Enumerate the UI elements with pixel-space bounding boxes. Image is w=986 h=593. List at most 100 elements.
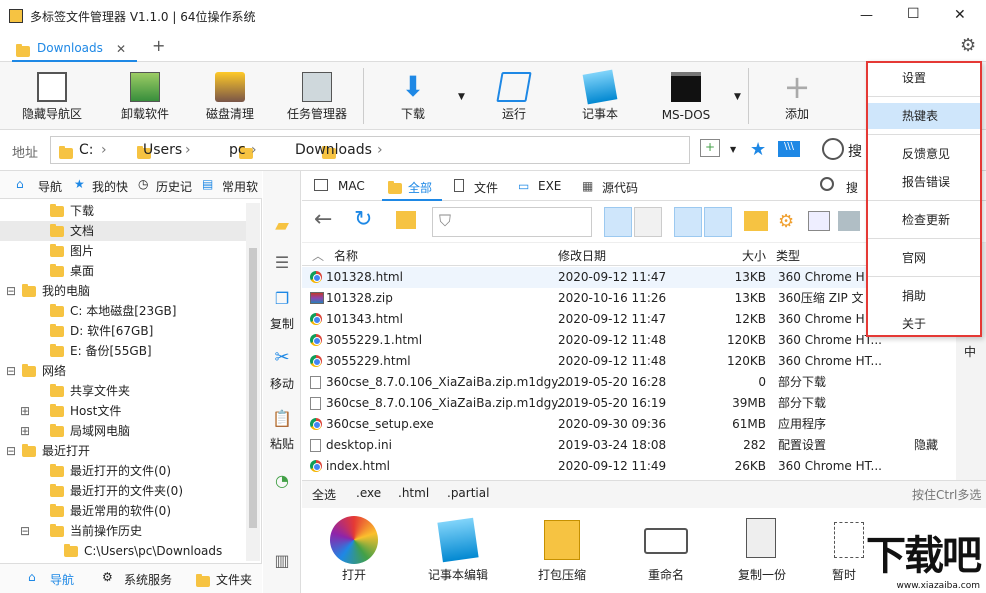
col-date[interactable]: 修改日期 (558, 247, 606, 264)
file-row[interactable]: 101328.zip 2020-10-16 11:26 360压缩 ZIP 文 13K… (302, 288, 956, 309)
tree-item[interactable]: ⊟ 当前操作历史 (0, 521, 246, 541)
col-size[interactable]: 大小 (742, 247, 766, 264)
msdos-button[interactable]: MS-DOS (646, 62, 726, 128)
tab-exe[interactable]: EXE (538, 179, 561, 193)
settings-folder-icon[interactable]: ⚙ (778, 211, 794, 232)
bottom-tab-services[interactable]: 系统服务 (124, 571, 172, 588)
refresh-icon[interactable]: ↻ (354, 207, 372, 232)
crumb-users[interactable]: Users (143, 142, 182, 158)
menu-item[interactable]: 捐助 (868, 283, 980, 309)
tab-close-icon[interactable]: ✕ (116, 42, 126, 56)
search-icon[interactable] (820, 177, 834, 191)
tree-item[interactable]: 下载 (0, 201, 246, 221)
download-dropdown-icon[interactable]: ▼ (458, 92, 465, 102)
new-folder-icon[interactable] (744, 211, 768, 231)
gear-icon[interactable]: ⚙ (960, 35, 976, 56)
tree-item[interactable]: ⊞ 局域网电脑 (0, 421, 246, 441)
open-button[interactable]: 打开 (312, 508, 396, 593)
speed-icon[interactable]: ◔ (263, 471, 301, 490)
pack-button[interactable]: 打包压缩 (520, 508, 604, 593)
file-row[interactable]: 3055229.html 2020-09-12 11:48 360 Chrome H… (302, 351, 956, 372)
task-manager-button[interactable]: 任务管理器 (277, 62, 357, 128)
filter-input[interactable] (432, 207, 592, 237)
minimize-button[interactable]: — (860, 8, 873, 23)
address-input[interactable]: C: › Users › pc › Downloads › (50, 136, 690, 164)
maximize-button[interactable]: ☐ (907, 6, 920, 22)
menu-item[interactable]: 报告错误 (868, 169, 980, 195)
menu-item[interactable]: 反馈意见 (868, 141, 980, 167)
rename-button[interactable]: 重命名 (624, 508, 708, 593)
tree-item[interactable]: ⊟ 我的电脑 (0, 281, 246, 301)
tree-item[interactable]: 最近常用的软件(0) (0, 501, 246, 521)
tab-all[interactable]: 全部 (382, 171, 442, 201)
tree-toggle-icon[interactable]: ⊟ (20, 521, 30, 541)
tree-item[interactable]: C: 本地磁盘[23GB] (0, 301, 246, 321)
properties-icon[interactable] (808, 211, 830, 231)
tree-item[interactable]: ⊟ 网络 (0, 361, 246, 381)
view-doc-icon[interactable] (604, 207, 632, 237)
view-detail-icon[interactable] (704, 207, 732, 237)
folder-history-icon[interactable] (396, 211, 416, 229)
view-preview-icon[interactable] (634, 207, 662, 237)
file-search-label[interactable]: 搜 (846, 179, 858, 196)
tree-item[interactable]: C:\Users\pc\Downloads (0, 541, 246, 561)
tree-toggle-icon[interactable]: ⊟ (6, 441, 16, 461)
tree-item[interactable]: D: 软件[67GB] (0, 321, 246, 341)
search-icon[interactable] (822, 138, 844, 160)
nav-scrollbar[interactable] (246, 203, 260, 561)
msdos-dropdown-icon[interactable]: ▼ (734, 92, 741, 102)
new-folder-icon[interactable]: + (700, 139, 720, 157)
file-row[interactable]: 360cse_setup.exe 2020-09-30 09:36 应用程序 61MB (302, 414, 956, 435)
filter-partial[interactable]: .partial (447, 486, 489, 500)
hide-nav-button[interactable]: 隐藏导航区 (12, 62, 92, 128)
filter-select-all[interactable]: 全选 (312, 486, 336, 503)
menu-item[interactable]: 检查更新 (868, 207, 980, 233)
folder-arrow-icon[interactable]: ▰ (263, 215, 301, 236)
tree-toggle-icon[interactable]: ⊟ (6, 281, 16, 301)
tree-item[interactable]: 文档 (0, 221, 246, 241)
add-tab-button[interactable]: + (152, 36, 165, 55)
run-button[interactable]: 运行 (474, 62, 554, 128)
tree-item[interactable]: ⊞ Host文件 (0, 401, 246, 421)
menu-item[interactable]: 设置 (868, 65, 980, 91)
move-button[interactable]: 移动 (263, 375, 301, 392)
menu-item[interactable]: 官网 (868, 245, 980, 271)
view-folder-icon[interactable] (674, 207, 702, 237)
crumb-pc[interactable]: pc (229, 142, 246, 158)
bottom-tab-nav[interactable]: 导航 (50, 571, 74, 588)
tree-item[interactable]: 最近打开的文件(0) (0, 461, 246, 481)
tab-favorites[interactable]: 我的快 (92, 178, 128, 195)
file-row[interactable]: 101328.html 2020-09-12 11:47 360 Chrome H 1… (302, 267, 956, 288)
tab-files[interactable]: 文件 (474, 179, 498, 196)
notepad-button[interactable]: 记事本 (560, 62, 640, 128)
file-row[interactable]: 360cse_8.7.0.106_XiaZaiBa.zip.m1dgy... 20… (302, 393, 956, 414)
tab-history[interactable]: 历史记 (156, 178, 192, 195)
col-name[interactable]: 名称 (334, 247, 358, 264)
file-row[interactable]: 3055229.1.html 2020-09-12 11:48 360 Chrome… (302, 330, 956, 351)
uninstall-button[interactable]: 卸载软件 (105, 62, 185, 128)
crumb-c[interactable]: C: (79, 142, 94, 158)
docs-icon[interactable]: ▥ (263, 551, 301, 570)
tree-item[interactable]: 桌面 (0, 261, 246, 281)
duplicate-button[interactable]: 复制一份 (720, 508, 804, 593)
crumb-downloads[interactable]: Downloads (295, 142, 372, 158)
pin-star-icon[interactable]: ★ (750, 139, 766, 160)
tab-mac[interactable]: MAC (338, 179, 365, 193)
tree-toggle-icon[interactable]: ⊞ (20, 401, 30, 421)
tab-common-apps[interactable]: 常用软 (222, 178, 258, 195)
tree-item[interactable]: E: 备份[55GB] (0, 341, 246, 361)
copy-button[interactable]: 复制 (263, 315, 301, 332)
file-row[interactable]: 360cse_8.7.0.106_XiaZaiBa.zip.m1dgy... 20… (302, 372, 956, 393)
file-row[interactable]: index.html 2020-09-12 11:49 360 Chrome HT.… (302, 456, 956, 477)
list-icon[interactable]: ☰ (263, 253, 301, 272)
tab-source[interactable]: 源代码 (602, 179, 638, 196)
tree-item[interactable]: 最近打开的文件夹(0) (0, 481, 246, 501)
tree-toggle-icon[interactable]: ⊞ (20, 421, 30, 441)
menu-item[interactable]: 热键表 (868, 103, 980, 129)
add-button[interactable]: + 添加 (757, 62, 837, 128)
notepad-edit-button[interactable]: 记事本编辑 (416, 508, 500, 593)
new-folder-dropdown-icon[interactable]: ▼ (730, 145, 736, 154)
col-type[interactable]: 类型 (776, 247, 800, 264)
file-row[interactable]: desktop.ini 2019-03-24 18:08 配置设置 282 隐藏 (302, 435, 956, 456)
tree-item[interactable]: 图片 (0, 241, 246, 261)
